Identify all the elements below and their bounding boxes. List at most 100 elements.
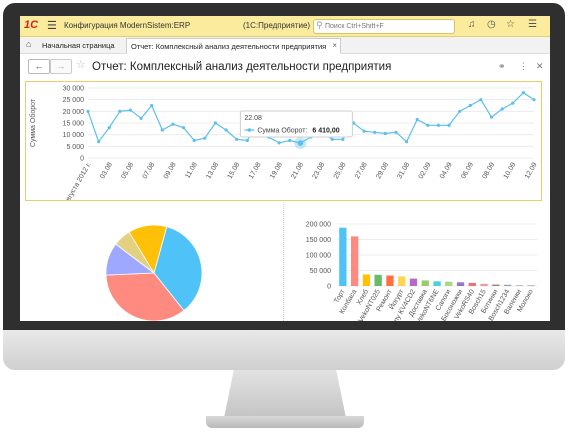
monitor-base <box>206 416 364 428</box>
data-point <box>489 115 494 119</box>
data-point <box>97 140 101 144</box>
x-tick-label: 09.08 <box>163 161 178 180</box>
x-tick-label: 11.08 <box>184 161 199 179</box>
x-tick-label: 10.09 <box>503 161 518 180</box>
bar <box>433 281 441 286</box>
data-point <box>500 107 504 111</box>
x-tick-label: 12.09 <box>524 161 539 180</box>
x-tick-label: 07.08 <box>142 161 157 180</box>
bar <box>456 282 465 286</box>
bar <box>362 274 371 286</box>
data-point <box>479 98 483 102</box>
y-tick-label: 200 000 <box>306 222 331 229</box>
bar <box>374 274 382 286</box>
bar <box>492 284 500 286</box>
forward-button[interactable]: → <box>50 59 72 74</box>
data-point <box>521 91 525 95</box>
data-point <box>436 123 441 127</box>
y-tick-label: 150 000 <box>306 237 331 244</box>
bar <box>503 284 512 286</box>
data-point <box>511 101 515 105</box>
bar <box>351 236 359 286</box>
tooltip-legend-dot <box>247 128 252 132</box>
close-icon[interactable]: ✕ <box>536 61 544 72</box>
data-point <box>447 123 451 127</box>
line-chart-panel: 30 000 25 000 20 000 15 000 10 000 5 000 0 Сумм… <box>25 81 542 211</box>
data-point <box>362 129 366 133</box>
highlight-point <box>297 140 304 146</box>
app-header: 1С ☰ Конфигурация ModernSistem:ERP (1С:П… <box>20 16 550 37</box>
x-tick-label: 02.09 <box>418 161 433 180</box>
x-tick-label: 27.08 <box>354 161 369 180</box>
hamburger-icon[interactable]: ☰ <box>47 19 57 32</box>
tooltip-date: 22.08 <box>244 115 262 122</box>
x-tick-label: 05.08 <box>120 161 135 180</box>
monitor-stand <box>224 370 346 418</box>
data-point <box>118 109 122 113</box>
data-point <box>203 136 207 140</box>
x-tick-label: 15.08 <box>227 161 242 180</box>
bar <box>398 276 406 286</box>
y-tick-label: 0 <box>80 156 84 163</box>
data-point <box>107 126 111 130</box>
y-tick-label: 5 000 <box>66 144 84 151</box>
close-icon[interactable]: × <box>332 41 337 50</box>
data-point <box>288 138 292 143</box>
data-point <box>192 138 196 143</box>
tooltip-value: 6 410,00 <box>312 128 339 135</box>
y-axis-label: Сумма Оборот <box>29 98 37 147</box>
back-button[interactable]: ← <box>28 59 50 74</box>
tab-bar: ⌂ Начальная страница Отчет: Комплексный … <box>20 37 550 54</box>
bar <box>445 281 453 286</box>
bar <box>527 285 535 286</box>
search-input[interactable] <box>325 21 450 31</box>
y-tick-label: 0 <box>327 284 331 291</box>
bar <box>468 282 476 286</box>
tab-report-label: Отчет: Комплексный анализ деятельности п… <box>131 42 327 51</box>
y-tick-label: 15 000 <box>63 121 85 128</box>
tab-report[interactable]: Отчет: Комплексный анализ деятельности п… <box>126 38 341 54</box>
data-point <box>532 98 536 102</box>
data-point <box>160 128 164 132</box>
data-point <box>458 109 462 113</box>
app-window: 1С ☰ Конфигурация ModernSistem:ERP (1С:П… <box>20 16 550 321</box>
data-point <box>86 109 90 113</box>
data-point <box>181 126 186 130</box>
data-point <box>224 128 228 132</box>
y-tick-label: 25 000 <box>63 97 85 104</box>
data-point <box>171 122 175 126</box>
data-point <box>128 108 133 112</box>
x-tick-label: 1 августа 2012 г. <box>60 161 93 200</box>
star-icon[interactable]: ☆ <box>76 58 86 71</box>
bar <box>409 278 418 286</box>
x-tick-label: 31.08 <box>396 161 411 180</box>
y-tick-label: 100 000 <box>306 253 331 260</box>
bar <box>339 227 347 286</box>
data-point <box>415 117 419 122</box>
tab-home[interactable]: Начальная страница <box>42 41 115 50</box>
settings-icon[interactable]: ☰ <box>528 19 537 30</box>
x-tick-label: 19.08 <box>269 161 284 180</box>
data-point <box>235 137 239 141</box>
y-tick-label: 50 000 <box>310 268 332 275</box>
x-tick-label: 06.09 <box>460 161 475 180</box>
data-point <box>277 141 281 145</box>
bar <box>421 280 429 286</box>
line-chart: 30 000 25 000 20 000 15 000 10 000 5 000 0 Сумм… <box>29 86 539 211</box>
more-icon[interactable]: ⋮ <box>519 61 528 72</box>
x-tick-label: 29.08 <box>375 161 390 180</box>
x-tick-label: 08.09 <box>481 161 496 180</box>
bell-icon[interactable]: ♫ <box>468 19 476 30</box>
data-point <box>139 116 143 120</box>
star-icon[interactable]: ☆ <box>506 19 515 30</box>
x-tick-label: 21.08 <box>290 161 305 180</box>
link-icon[interactable]: ⚭ <box>498 61 506 72</box>
global-search[interactable]: ⚲ <box>313 19 455 34</box>
home-icon[interactable]: ⌂ <box>26 39 31 49</box>
data-point <box>373 130 377 134</box>
data-point <box>213 121 218 125</box>
data-point <box>150 103 154 108</box>
data-point <box>341 137 345 141</box>
bar <box>480 283 488 286</box>
history-icon[interactable]: ◷ <box>487 19 496 30</box>
